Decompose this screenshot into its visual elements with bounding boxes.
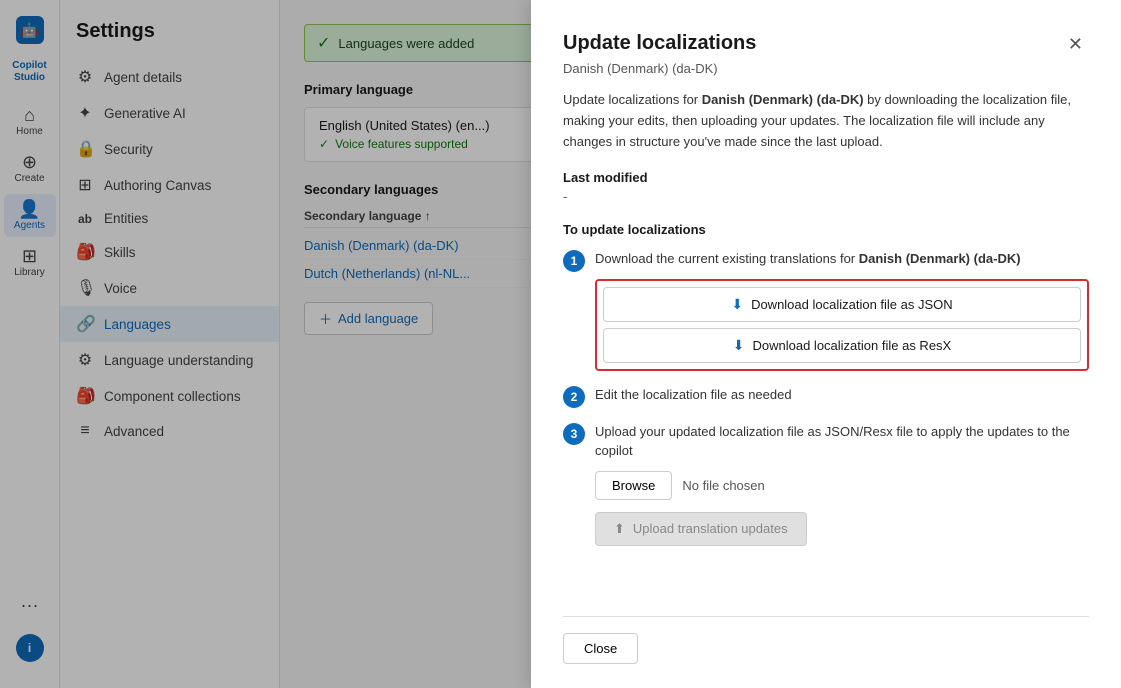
download-json-icon: ⬇ <box>731 296 743 313</box>
download-json-button[interactable]: ⬇ Download localization file as JSON <box>603 287 1081 322</box>
modal-desc-prefix: Update localizations for <box>563 92 702 107</box>
no-file-text: No file chosen <box>682 476 764 496</box>
step-1: 1 Download the current existing translat… <box>563 249 1089 371</box>
modal-description: Update localizations for Danish (Denmark… <box>563 90 1089 152</box>
step-3-number: 3 <box>563 423 585 445</box>
modal-close-footer-button[interactable]: Close <box>563 633 638 664</box>
update-localizations-modal: Update localizations ✕ Danish (Denmark) … <box>531 0 1121 688</box>
download-resx-icon: ⬇ <box>733 337 745 354</box>
step-2: 2 Edit the localization file as needed <box>563 385 1089 408</box>
step-3-text: Upload your updated localization file as… <box>595 424 1070 459</box>
upload-label: Upload translation updates <box>633 521 788 536</box>
last-modified-label: Last modified <box>563 170 1089 185</box>
browse-button[interactable]: Browse <box>595 471 672 500</box>
download-json-label: Download localization file as JSON <box>751 297 953 312</box>
upload-translation-button[interactable]: ⬆ Upload translation updates <box>595 512 807 546</box>
last-modified-value: - <box>563 189 1089 204</box>
modal-subtitle: Danish (Denmark) (da-DK) <box>563 61 1089 76</box>
modal-desc-bold: Danish (Denmark) (da-DK) <box>702 92 864 107</box>
to-update-label: To update localizations <box>563 222 1089 237</box>
step-3-content: Upload your updated localization file as… <box>595 422 1089 546</box>
step-1-number: 1 <box>563 250 585 272</box>
modal-header: Update localizations ✕ <box>563 32 1089 57</box>
step-1-content: Download the current existing translatio… <box>595 249 1089 371</box>
step-2-number: 2 <box>563 386 585 408</box>
download-resx-label: Download localization file as ResX <box>753 338 952 353</box>
step-2-content: Edit the localization file as needed <box>595 385 1089 405</box>
modal-footer: Close <box>563 616 1089 664</box>
download-resx-button[interactable]: ⬇ Download localization file as ResX <box>603 328 1081 363</box>
step-1-text-bold: Danish (Denmark) (da-DK) <box>859 251 1021 266</box>
step-2-text: Edit the localization file as needed <box>595 387 792 402</box>
upload-icon: ⬆ <box>614 521 625 537</box>
step-3: 3 Upload your updated localization file … <box>563 422 1089 546</box>
modal-title: Update localizations <box>563 32 756 55</box>
step-1-text-prefix: Download the current existing translatio… <box>595 251 859 266</box>
modal-close-button[interactable]: ✕ <box>1062 32 1089 57</box>
browse-row: Browse No file chosen <box>595 471 1089 500</box>
download-buttons-group: ⬇ Download localization file as JSON ⬇ D… <box>595 279 1089 371</box>
